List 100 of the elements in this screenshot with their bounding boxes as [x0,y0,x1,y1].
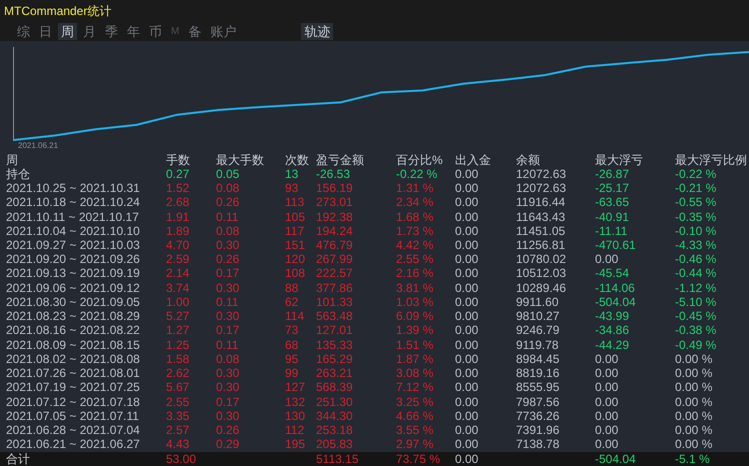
table-cell: 3.74 [166,282,190,295]
table-cell: 2021.07.26 ~ 2021.08.01 [6,367,140,380]
tab[interactable]: 年 [124,23,143,40]
table-cell: 192.38 [316,210,353,224]
table-cell: 263.21 [316,367,353,380]
table-cell: 持仓 [6,168,30,181]
table-cell: 0.08 [216,224,240,238]
table-cell: 7138.78 [516,438,560,452]
tab[interactable]: 日 [36,23,55,40]
table-cell: 5.67 [166,381,190,394]
table-cell: 2021.07.12 ~ 2021.07.18 [6,396,140,409]
table-cell: 0.30 [216,367,240,380]
window-title: MTCommander统计 [4,2,112,20]
column-header: 最大手数 [216,154,264,167]
table-cell: 156.19 [316,182,353,196]
table-cell: 73 [285,324,298,338]
table-cell: 7391.96 [516,424,560,438]
table-cell: 0.05 [216,168,240,181]
table-cell: 0.08 [216,182,240,196]
table-cell: 1.39 % [396,324,434,338]
table-cell: 0.00 [595,253,618,266]
table-cell: 0.00 % [675,367,712,380]
table-cell: 10289.46 [516,282,566,295]
tab[interactable]: 月 [80,23,99,40]
table-cell: 0.11 [216,296,238,309]
tab[interactable]: 周 [58,23,77,40]
table-cell: 0.00 [455,410,478,423]
table-cell: 8819.16 [516,367,560,380]
table-cell: 2021.09.13 ~ 2021.09.19 [6,267,140,280]
table-cell: -1.12 % [675,282,716,295]
tab[interactable]: 币 [146,23,165,40]
table-cell: 7987.56 [516,396,560,409]
table-cell: 9246.79 [516,324,560,338]
column-header: 最大浮亏 [595,154,643,167]
table-cell: -0.44 % [675,267,716,280]
table-cell: 2021.08.16 ~ 2021.08.22 [6,324,140,338]
table-cell: 120 [285,253,306,266]
table-cell: 11451.05 [516,224,566,238]
table-cell: 7.12 % [396,381,434,394]
table-cell: 2021.06.28 ~ 2021.07.04 [6,424,140,438]
table-cell: 105 [285,210,306,224]
table-cell: 0.00 [595,396,618,409]
tab[interactable]: 综 [14,23,33,40]
table-cell: 101.33 [316,296,353,309]
table-cell: 10780.02 [516,253,566,266]
table-cell: 127 [285,381,306,394]
table-cell: 273.01 [316,196,353,210]
table-cell: 0.00 [455,282,478,295]
table-cell: 1.00 [166,296,190,309]
table-cell: -0.45 % [675,310,716,324]
table-cell: -26.87 [595,168,630,181]
table-cell: -34.86 [595,324,630,338]
table-cell: 0.00 [455,310,478,324]
table-cell: -0.55 % [675,196,716,210]
table-cell: 127.01 [316,324,353,338]
table-cell: 0.11 [216,210,238,224]
table-cell: 1.58 [166,352,190,366]
table-cell: 114 [285,310,304,324]
tab[interactable]: 季 [102,23,121,40]
table-cell: 7736.26 [516,410,560,423]
table-cell: -0.38 % [675,324,716,338]
tab[interactable]: 账户 [207,23,240,40]
table-cell: 2021.08.23 ~ 2021.08.29 [6,310,140,324]
table-cell: 2021.10.18 ~ 2021.10.24 [6,196,140,210]
table-cell: -0.46 % [675,253,716,266]
table-cell: -45.54 [595,267,630,280]
table-cell: 132 [285,396,306,409]
table-cell: 11256.81 [516,239,566,252]
table-cell: -0.22 % [396,168,438,181]
table-cell: 2.16 % [396,267,434,280]
table-cell: 2.34 % [396,196,434,210]
tab[interactable]: 备 [185,23,204,40]
table-cell: 2021.09.27 ~ 2021.10.03 [6,239,140,252]
table-cell: 3.55 % [396,424,434,438]
table-cell: 3.81 % [396,282,434,295]
table-cell: 0.00 [455,381,478,394]
table-cell: 2.55 [166,396,190,409]
table-cell: 1.87 % [396,352,434,366]
table-cell: 11643.43 [516,210,566,224]
table-cell: 0.00 [455,253,478,266]
table-cell: -0.35 % [675,210,716,224]
table-cell: 2021.08.30 ~ 2021.09.05 [6,296,140,309]
table-cell: 2021.10.11 ~ 2021.10.17 [6,210,139,224]
table-cell: 0.00 % [675,438,712,452]
table-cell: 0.27 [166,168,190,181]
table-cell: 112 [285,424,304,438]
table-cell: 0.17 [216,324,240,338]
column-header: 百分比% [396,154,443,167]
table-cell: 12072.63 [516,168,566,181]
table-cell: 0.00 [595,438,618,452]
trace-button[interactable]: 轨迹 [301,23,334,40]
table-cell: 88 [285,282,298,295]
table-cell: 2.62 [166,367,190,380]
table-cell: -0.21 % [675,182,716,196]
table-cell: 2021.10.25 ~ 2021.10.31 [6,182,140,196]
table-cell: 0.00 [595,381,618,394]
table-cell: 6.09 % [396,310,434,324]
column-header: 出入金 [455,154,491,167]
table-cell: 1.25 [166,338,190,352]
table-cell: 377.86 [316,282,353,295]
